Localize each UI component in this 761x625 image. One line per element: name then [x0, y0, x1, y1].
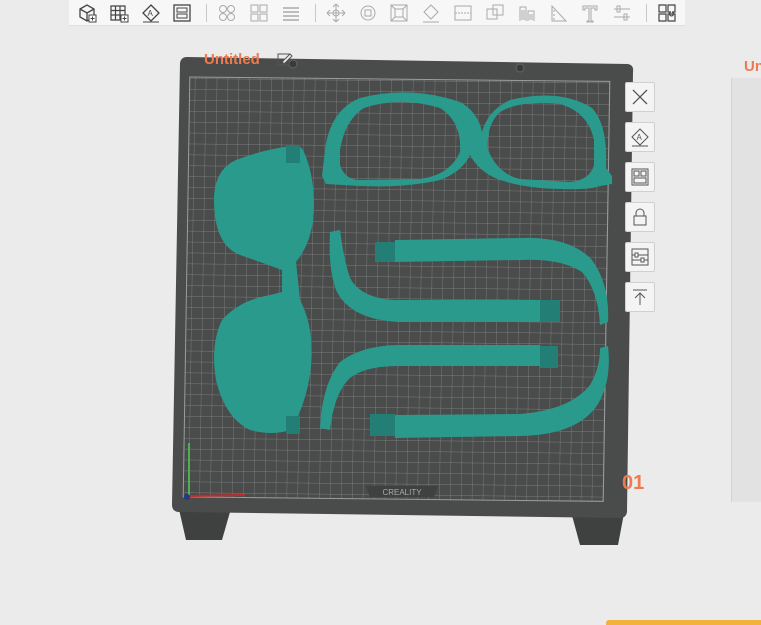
bottom-accent-bar — [606, 620, 761, 625]
lock-plate-icon[interactable] — [625, 202, 655, 232]
arrange-plate-icon[interactable] — [625, 162, 655, 192]
second-build-plate[interactable] — [731, 78, 761, 502]
second-plate-title[interactable]: Untitled — [744, 58, 761, 75]
svg-text:A: A — [637, 133, 643, 142]
brand-label: CREALITY — [382, 488, 422, 497]
plate-title[interactable]: Untitled — [204, 51, 260, 68]
x-axis — [188, 494, 246, 497]
plate-number: 01 — [622, 472, 645, 494]
edit-name-icon[interactable] — [277, 51, 293, 67]
plate-settings-icon[interactable] — [625, 242, 655, 272]
close-plate-icon[interactable] — [625, 82, 655, 112]
plate-side-tools: A — [625, 82, 657, 312]
auto-orient-plate-icon[interactable]: A — [625, 122, 655, 152]
move-to-top-icon[interactable] — [625, 282, 655, 312]
